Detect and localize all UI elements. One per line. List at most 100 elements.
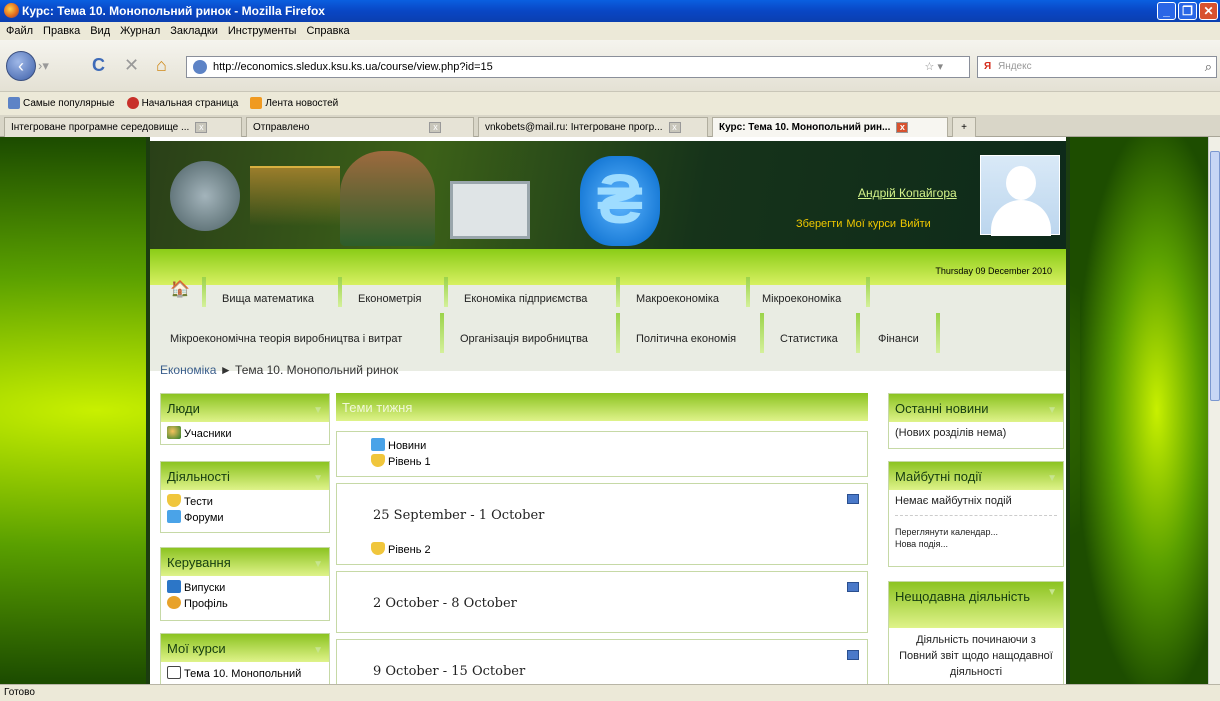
nav-micro-theory[interactable]: Мікроекономічна теорія виробництва і вит…: [170, 333, 402, 345]
menu-help[interactable]: Справка: [306, 22, 349, 40]
collapse-icon[interactable]: ▼: [1047, 464, 1057, 494]
participants-link[interactable]: Учасники: [184, 428, 232, 440]
home-nav-icon[interactable]: 🏠: [170, 279, 190, 299]
owl-logo-icon: [170, 161, 240, 231]
nav-microeconomics[interactable]: Мікроекономіка: [762, 293, 841, 305]
show-week-icon[interactable]: [847, 650, 859, 660]
reload-icon[interactable]: C: [92, 54, 105, 76]
my-courses-link[interactable]: Мої курси: [846, 218, 896, 230]
new-event-link[interactable]: Нова подія...: [895, 538, 1057, 550]
scales-icon: [250, 166, 340, 226]
bookmark-start-page[interactable]: Начальная страница: [126, 93, 238, 115]
breadcrumb-sep-icon: ►: [219, 363, 232, 377]
tab-strip: Інтегроване програмне середовище ... x От…: [0, 115, 1220, 137]
weeks-title: Теми тижня: [342, 400, 413, 415]
status-text: Готово: [4, 687, 35, 698]
menu-file[interactable]: Файл: [6, 22, 33, 40]
menu-bookmarks[interactable]: Закладки: [170, 22, 218, 40]
stop-icon[interactable]: ✕: [124, 54, 139, 76]
collapse-icon[interactable]: ▼: [313, 550, 323, 580]
admin-title: Керування: [167, 555, 231, 570]
page-viewport: ₴ Андрій Копайгора Зберегти Мої курси Ви…: [0, 137, 1208, 684]
user-name-link[interactable]: Андрій Копайгора: [858, 186, 957, 200]
firefox-icon: [4, 3, 19, 18]
logout-link[interactable]: Вийти: [900, 218, 931, 230]
level2-link[interactable]: Рівень 2: [388, 544, 431, 556]
menu-edit[interactable]: Правка: [43, 22, 80, 40]
quiz-icon: [167, 494, 181, 507]
minimize-button[interactable]: _: [1157, 2, 1176, 20]
save-link[interactable]: Зберегти: [796, 218, 842, 230]
nav-macroeconomics[interactable]: Макроекономіка: [636, 293, 719, 305]
show-week-icon[interactable]: [847, 582, 859, 592]
bookmark-star-icon[interactable]: ☆ ▾: [925, 57, 943, 77]
intro-section: Новини Рівень 1: [336, 431, 868, 477]
avatar[interactable]: [980, 155, 1060, 236]
breadcrumb-current: Тема 10. Монопольний ринок: [235, 363, 399, 377]
calendar-link[interactable]: Переглянути календар...: [895, 526, 1057, 538]
course-link[interactable]: Тема 10. Монопольний: [184, 668, 301, 680]
news-link[interactable]: Новини: [388, 440, 426, 452]
bookmark-news-feed[interactable]: Лента новостей: [250, 93, 338, 115]
nav-enterprise-economics[interactable]: Економіка підприємства: [464, 293, 587, 305]
recent-report-link[interactable]: Повний звіт щодо нащодавної діяльності: [895, 648, 1057, 680]
forum-icon: [371, 438, 385, 451]
profile-link[interactable]: Профіль: [184, 598, 228, 610]
tab-1[interactable]: Отправлено x: [246, 117, 474, 137]
nav-econometrics[interactable]: Економетрія: [358, 293, 421, 305]
url-bar[interactable]: http://economics.sledux.ksu.ks.ua/course…: [186, 56, 970, 78]
scroll-thumb[interactable]: [1210, 151, 1220, 401]
menu-tools[interactable]: Инструменты: [228, 22, 297, 40]
tab-close-icon[interactable]: x: [896, 121, 909, 133]
window-title: Курс: Тема 10. Монопольний ринок - Mozil…: [22, 4, 325, 18]
tab-close-icon[interactable]: x: [195, 121, 208, 133]
tab-close-icon[interactable]: x: [668, 121, 681, 133]
quizzes-link[interactable]: Тести: [184, 496, 213, 508]
week-section: 2 October - 8 October: [336, 571, 868, 633]
week-title: 2 October - 8 October: [373, 596, 517, 611]
menu-history[interactable]: Журнал: [120, 22, 160, 40]
collapse-icon[interactable]: ▼: [1047, 396, 1057, 426]
vertical-scrollbar[interactable]: [1208, 137, 1220, 684]
week-title: 9 October - 15 October: [373, 664, 526, 679]
breadcrumb-root[interactable]: Економіка: [160, 363, 216, 377]
nav-higher-math[interactable]: Вища математика: [222, 293, 314, 305]
url-text: http://economics.sledux.ksu.ks.ua/course…: [213, 61, 493, 73]
admin-block: Керування ▼ Випуски Профіль: [160, 547, 330, 621]
home-icon[interactable]: ⌂: [156, 54, 167, 76]
students-image: [340, 151, 435, 246]
tab-2[interactable]: vnkobets@mail.ru: Інтегроване прогр... x: [478, 117, 708, 137]
back-button[interactable]: ‹: [6, 51, 36, 81]
bookmark-popular[interactable]: Самые популярные: [8, 93, 115, 115]
forward-button[interactable]: ›▾: [38, 56, 60, 76]
maximize-button[interactable]: ❐: [1178, 2, 1197, 20]
collapse-icon[interactable]: ▼: [1047, 584, 1057, 601]
yandex-icon[interactable]: Я: [984, 61, 991, 72]
nav-statistics[interactable]: Статистика: [780, 333, 838, 345]
course-nav: 🏠 Вища математика Економетрія Економіка …: [150, 277, 1066, 371]
new-tab-button[interactable]: +: [952, 117, 976, 137]
tab-0[interactable]: Інтегроване програмне середовище ... x: [4, 117, 242, 137]
window-titlebar: Курс: Тема 10. Монопольний ринок - Mozil…: [0, 0, 1220, 22]
mycourses-title: Мої курси: [167, 641, 226, 656]
nav-political-economy[interactable]: Політична економія: [636, 333, 736, 345]
status-bar: Готово: [0, 684, 1220, 701]
people-title: Люди: [167, 401, 200, 416]
collapse-icon[interactable]: ▼: [313, 636, 323, 666]
tab-3[interactable]: Курс: Тема 10. Монопольний рин... x: [712, 117, 948, 137]
menu-view[interactable]: Вид: [90, 22, 110, 40]
grades-icon: [167, 580, 181, 593]
level1-link[interactable]: Рівень 1: [388, 456, 431, 468]
collapse-icon[interactable]: ▼: [313, 396, 323, 426]
collapse-icon[interactable]: ▼: [313, 464, 323, 494]
nav-finance[interactable]: Фінанси: [878, 333, 919, 345]
tab-close-icon[interactable]: x: [429, 121, 442, 133]
show-week-icon[interactable]: [847, 494, 859, 504]
nav-production-org[interactable]: Організація виробництва: [460, 333, 588, 345]
grades-link[interactable]: Випуски: [184, 582, 225, 594]
search-icon[interactable]: ⌕: [1205, 57, 1212, 77]
close-window-button[interactable]: ✕: [1199, 2, 1218, 20]
news-empty-text: (Нових розділів нема): [895, 427, 1007, 439]
search-bar[interactable]: Я Яндекс ⌕: [977, 56, 1217, 78]
forums-link[interactable]: Форуми: [184, 512, 224, 524]
